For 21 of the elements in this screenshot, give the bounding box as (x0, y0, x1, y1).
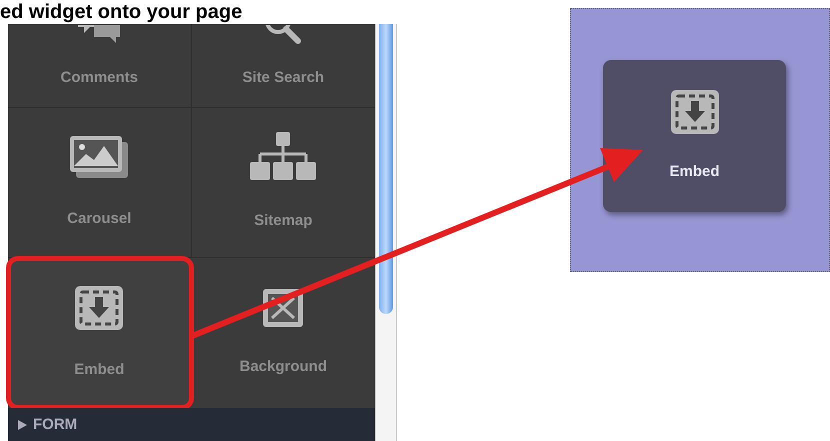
sitemap-icon (250, 132, 316, 182)
section-header[interactable]: FORM (8, 408, 375, 441)
download-frame-icon (74, 284, 124, 331)
widget-label: Background (239, 356, 327, 377)
widget-label: Embed (74, 360, 124, 380)
widget-label: Sitemap (254, 211, 312, 232)
widget-tile[interactable]: Background (192, 258, 375, 408)
widget-tile[interactable]: Embed (8, 258, 192, 408)
scrollbar[interactable] (375, 24, 397, 441)
dropped-widget[interactable]: Embed (603, 60, 786, 212)
page-heading: ed widget onto your page (0, 0, 242, 24)
widget-label: Carousel (67, 209, 132, 230)
widget-label: Embed (669, 162, 720, 182)
widget-label: Comments (60, 68, 138, 88)
triangle-icon (18, 420, 27, 430)
widget-tile[interactable]: Comments (8, 24, 192, 108)
image-stack-icon (68, 134, 130, 180)
widget-tile[interactable]: Sitemap (192, 108, 375, 258)
section-label: FORM (33, 416, 78, 433)
download-frame-icon (670, 88, 720, 135)
widget-label: Site Search (242, 68, 324, 88)
